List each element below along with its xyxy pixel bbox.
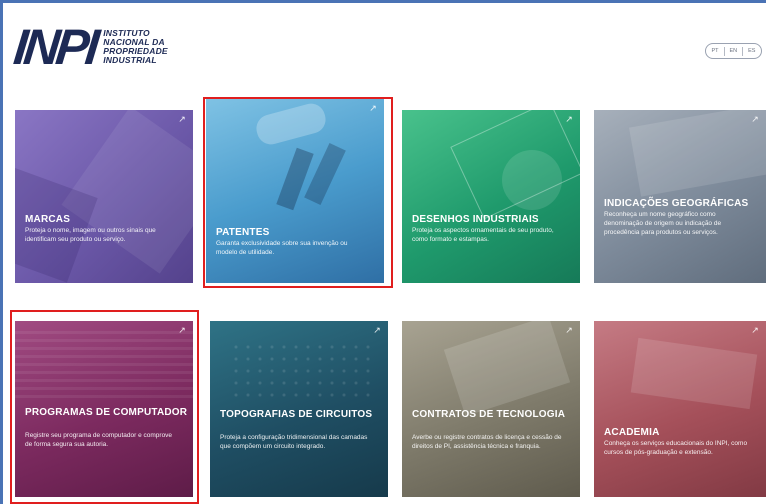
- card-title: PROGRAMAS DE COMPUTADOR: [25, 407, 188, 418]
- card-title: CONTRATOS DE TECNOLOGIA: [412, 409, 566, 420]
- card-description: Registre seu programa de computador e co…: [25, 432, 173, 448]
- card-desenhos-industriais[interactable]: ↗ DESENHOS INDUSTRIAIS Proteja os aspect…: [402, 110, 580, 283]
- card-decoration: [230, 341, 370, 401]
- lang-divider: [742, 46, 744, 56]
- card-description: Averbe ou registre contratos de licença …: [412, 434, 562, 450]
- expand-arrow-icon: ↗: [751, 325, 759, 335]
- logo-mark: INPI: [11, 19, 99, 75]
- lang-es[interactable]: ES: [748, 48, 755, 54]
- card-indicacoes-geograficas[interactable]: ↗ INDICAÇÕES GEOGRÁFICAS Reconheça um no…: [594, 110, 766, 283]
- card-title: ACADEMIA: [604, 427, 660, 438]
- expand-arrow-icon: ↗: [369, 103, 377, 113]
- expand-arrow-icon: ↗: [178, 325, 186, 335]
- logo-text: INSTITUTO NACIONAL DA PROPRIEDADE INDUST…: [103, 29, 168, 65]
- language-switch: PT EN ES: [705, 43, 762, 59]
- lang-pt[interactable]: PT: [711, 48, 718, 54]
- expand-arrow-icon: ↗: [565, 114, 573, 124]
- card-title: PATENTES: [216, 227, 270, 238]
- expand-arrow-icon: ↗: [565, 325, 573, 335]
- card-programas-de-computador[interactable]: ↗ PROGRAMAS DE COMPUTADOR Registre seu p…: [15, 321, 193, 497]
- card-patentes[interactable]: ↗ PATENTES Garanta exclusividade sobre s…: [206, 99, 384, 283]
- card-academia[interactable]: ↗ ACADEMIA Conheça os serviços educacion…: [594, 321, 766, 497]
- card-description: Reconheça um nome geográfico como denomi…: [604, 211, 722, 236]
- inpi-logo[interactable]: INPI INSTITUTO NACIONAL DA PROPRIEDADE I…: [11, 18, 168, 76]
- logo-line-4: INDUSTRIAL: [103, 55, 157, 65]
- card-description: Proteja o nome, imagem ou outros sinais …: [25, 227, 156, 243]
- card-title: DESENHOS INDUSTRIAIS: [412, 214, 539, 225]
- card-decoration: [15, 331, 193, 401]
- expand-arrow-icon: ↗: [178, 114, 186, 124]
- card-description: Conheça os serviços educacionais do INPI…: [604, 440, 748, 456]
- card-decoration: [502, 150, 562, 210]
- card-topografias-de-circuitos[interactable]: ↗ TOPOGRAFIAS DE CIRCUITOS Proteja a con…: [210, 321, 388, 497]
- lang-en[interactable]: EN: [729, 48, 737, 54]
- card-marcas[interactable]: ↗ MARCAS Proteja o nome, imagem ou outro…: [15, 110, 193, 283]
- card-description: Proteja os aspectos ornamentais de seu p…: [412, 227, 554, 243]
- expand-arrow-icon: ↗: [751, 114, 759, 124]
- card-description: Proteja a configuração tridimensional da…: [220, 434, 368, 450]
- lang-divider: [723, 46, 725, 56]
- card-title: TOPOGRAFIAS DE CIRCUITOS: [220, 409, 373, 420]
- expand-arrow-icon: ↗: [373, 325, 381, 335]
- card-contratos-de-tecnologia[interactable]: ↗ CONTRATOS DE TECNOLOGIA Averbe ou regi…: [402, 321, 580, 497]
- card-description: Garanta exclusividade sobre sua invenção…: [216, 240, 348, 256]
- card-title: INDICAÇÕES GEOGRÁFICAS: [604, 198, 749, 209]
- card-title: MARCAS: [25, 214, 71, 225]
